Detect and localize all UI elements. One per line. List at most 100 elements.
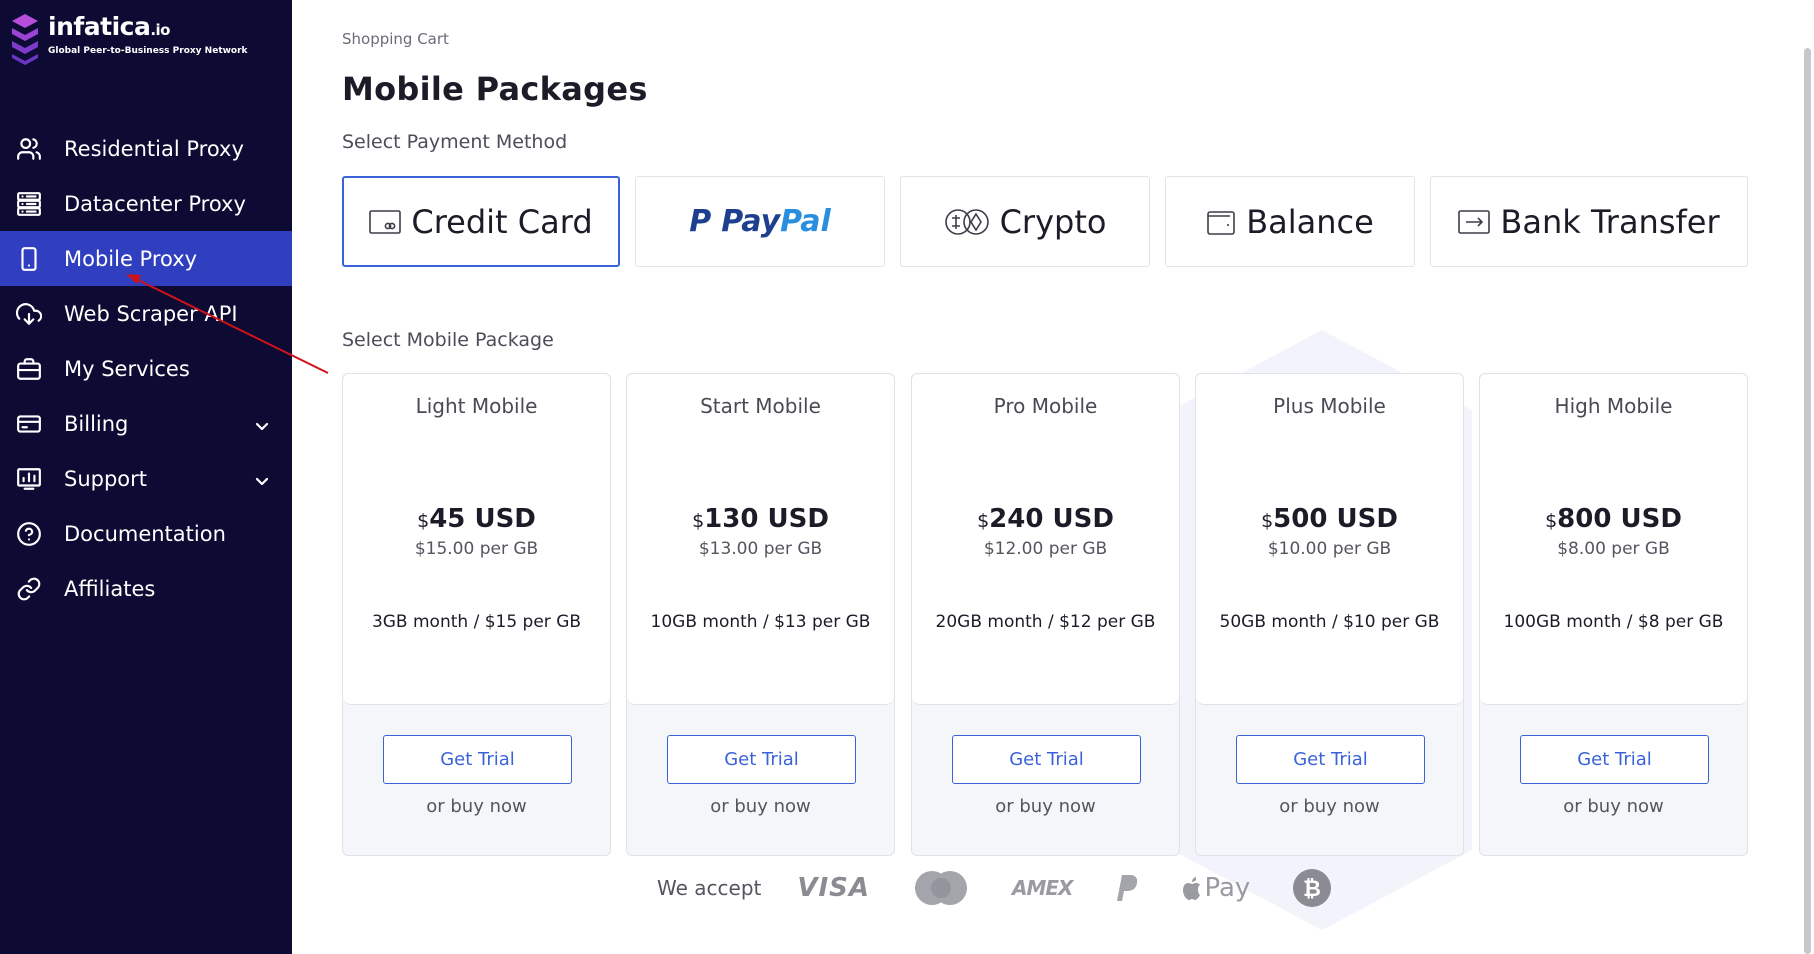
- crypto-icon: [944, 208, 990, 236]
- apple-pay-text: Pay: [1204, 873, 1251, 903]
- accepted-payments: We accept VISA AMEX Pay ₿: [657, 866, 1374, 910]
- briefcase-icon: [16, 356, 42, 382]
- link-icon: [16, 576, 42, 602]
- payment-option-crypto[interactable]: Crypto: [900, 176, 1150, 267]
- sidebar-item-datacenter-proxy[interactable]: Datacenter Proxy: [0, 176, 292, 231]
- brand-name: infatica: [48, 12, 151, 41]
- payment-option-bank-transfer[interactable]: Bank Transfer: [1430, 176, 1748, 267]
- package-name: Start Mobile: [700, 394, 821, 418]
- package-name: High Mobile: [1554, 394, 1673, 418]
- payment-method-label: Select Payment Method: [342, 131, 568, 153]
- mastercard-logo-icon: [912, 870, 970, 906]
- sidebar-item-label: Documentation: [64, 521, 226, 546]
- payment-option-label: Balance: [1246, 202, 1374, 241]
- package-label: Select Mobile Package: [342, 329, 554, 351]
- page-title: Mobile Packages: [342, 70, 648, 108]
- package-card-high-mobile[interactable]: High Mobile $800 USD $8.00 per GB 100GB …: [1479, 373, 1748, 856]
- credit-card-icon: [369, 209, 402, 235]
- sidebar-item-label: Affiliates: [64, 576, 156, 601]
- visa-logo-icon: VISA: [797, 873, 871, 903]
- package-price: $800 USD: [1480, 504, 1747, 534]
- amex-logo-icon: AMEX: [1012, 876, 1073, 900]
- buy-now-link[interactable]: or buy now: [343, 796, 610, 817]
- package-name: Pro Mobile: [993, 394, 1098, 418]
- we-accept-label: We accept: [657, 876, 762, 900]
- brand-logo[interactable]: infatica.io Global Peer-to-Business Prox…: [10, 12, 248, 70]
- apple-pay-logo-icon: Pay: [1182, 873, 1250, 903]
- sidebar-item-label: Billing: [64, 411, 129, 436]
- payment-option-balance[interactable]: Balance: [1165, 176, 1415, 267]
- package-per-gb: $15.00 per GB: [414, 539, 539, 559]
- package-price: $500 USD: [1196, 504, 1463, 534]
- sidebar-item-billing[interactable]: Billing: [0, 396, 292, 451]
- package-per-gb: $13.00 per GB: [698, 539, 823, 559]
- buy-now-link[interactable]: or buy now: [912, 796, 1179, 817]
- payment-option-credit-card[interactable]: Credit Card: [342, 176, 620, 267]
- cloud-download-icon: [16, 301, 42, 327]
- currency-symbol: $: [1545, 510, 1558, 532]
- sidebar-item-label: Residential Proxy: [64, 136, 244, 161]
- sidebar-item-residential-proxy[interactable]: Residential Proxy: [0, 121, 292, 176]
- paypal-logo: P PayPal: [689, 204, 831, 239]
- package-name: Plus Mobile: [1273, 394, 1386, 418]
- get-trial-button[interactable]: Get Trial: [667, 735, 856, 784]
- sidebar: infatica.io Global Peer-to-Business Prox…: [0, 0, 292, 954]
- buy-now-link[interactable]: or buy now: [627, 796, 894, 817]
- users-icon: [16, 136, 42, 162]
- package-price: $130 USD: [627, 504, 894, 534]
- sidebar-item-web-scraper-api[interactable]: Web Scraper API: [0, 286, 292, 341]
- currency-symbol: $: [692, 510, 705, 532]
- buy-now-link[interactable]: or buy now: [1480, 796, 1747, 817]
- chevron-down-icon[interactable]: [254, 470, 270, 486]
- paypal-small-icon: [1114, 873, 1140, 903]
- package-card-plus-mobile[interactable]: Plus Mobile $500 USD $10.00 per GB 50GB …: [1195, 373, 1464, 856]
- package-card-light-mobile[interactable]: Light Mobile $45 USD $15.00 per GB 3GB m…: [342, 373, 611, 856]
- get-trial-button[interactable]: Get Trial: [952, 735, 1141, 784]
- sidebar-item-label: Support: [64, 466, 148, 491]
- payment-option-paypal[interactable]: P PayPal: [635, 176, 885, 267]
- payment-option-label: Credit Card: [411, 202, 593, 241]
- breadcrumb[interactable]: Shopping Cart: [342, 30, 449, 48]
- price-value: 130 USD: [704, 504, 829, 534]
- sidebar-item-documentation[interactable]: Documentation: [0, 506, 292, 561]
- brand-tagline: Global Peer-to-Business Proxy Network: [48, 46, 248, 56]
- scrollbar-thumb[interactable]: [1804, 48, 1811, 954]
- paypal-icon: P: [689, 204, 712, 239]
- price-value: 240 USD: [989, 504, 1114, 534]
- currency-symbol: $: [977, 510, 990, 532]
- chevron-down-icon[interactable]: [254, 415, 270, 431]
- package-name: Light Mobile: [415, 394, 538, 418]
- package-card-start-mobile[interactable]: Start Mobile $130 USD $13.00 per GB 10GB…: [626, 373, 895, 856]
- sidebar-item-label: Datacenter Proxy: [64, 191, 246, 216]
- buy-now-link[interactable]: or buy now: [1196, 796, 1463, 817]
- get-trial-button[interactable]: Get Trial: [1520, 735, 1709, 784]
- package-description: 3GB month / $15 per GB: [371, 612, 582, 632]
- sidebar-item-affiliates[interactable]: Affiliates: [0, 561, 292, 616]
- sidebar-item-mobile-proxy[interactable]: Mobile Proxy: [0, 231, 292, 286]
- get-trial-button[interactable]: Get Trial: [1236, 735, 1425, 784]
- brand-suffix: .io: [150, 21, 170, 39]
- page-scrollbar[interactable]: [1796, 0, 1814, 954]
- package-list: Light Mobile $45 USD $15.00 per GB 3GB m…: [342, 373, 1748, 856]
- credit-card-icon: [16, 411, 42, 437]
- payment-methods: Credit Card P PayPal Crypto Balance Bank…: [342, 176, 1748, 267]
- bitcoin-logo-icon: ₿: [1292, 868, 1332, 908]
- package-per-gb: $8.00 per GB: [1557, 539, 1670, 559]
- package-card-pro-mobile[interactable]: Pro Mobile $240 USD $12.00 per GB 20GB m…: [911, 373, 1180, 856]
- payment-option-label: Crypto: [999, 202, 1107, 241]
- help-circle-icon: [16, 521, 42, 547]
- sidebar-item-support[interactable]: Support: [0, 451, 292, 506]
- package-price: $45 USD: [343, 504, 610, 534]
- payment-option-label: Bank Transfer: [1500, 202, 1720, 241]
- price-value: 500 USD: [1273, 504, 1398, 534]
- sidebar-item-label: My Services: [64, 356, 190, 381]
- svg-text:₿: ₿: [1303, 877, 1321, 902]
- sidebar-item-my-services[interactable]: My Services: [0, 341, 292, 396]
- main-content: Shopping Cart Mobile Packages Select Pay…: [342, 0, 1750, 954]
- package-description: 10GB month / $13 per GB: [650, 612, 871, 632]
- price-value: 45 USD: [429, 504, 536, 534]
- package-description: 20GB month / $12 per GB: [935, 612, 1156, 632]
- sidebar-item-label: Web Scraper API: [64, 301, 238, 326]
- get-trial-button[interactable]: Get Trial: [383, 735, 572, 784]
- sidebar-item-label: Mobile Proxy: [64, 246, 198, 271]
